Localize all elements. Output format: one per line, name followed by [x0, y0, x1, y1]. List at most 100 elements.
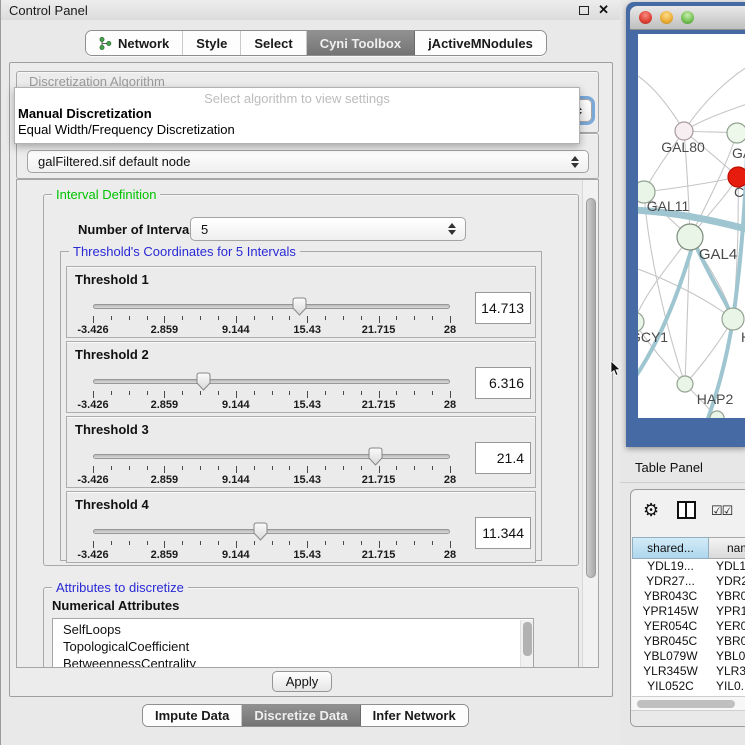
attributes-list-scrollbar[interactable] — [520, 620, 534, 668]
slider-tick-label: 2.859 — [142, 474, 186, 486]
cell-shared-name[interactable]: YBR045C — [632, 634, 709, 649]
cell-shared-name[interactable]: YLR345W — [632, 664, 709, 679]
network-node[interactable] — [722, 308, 744, 330]
table-row[interactable]: YLR345WYLR3... — [632, 664, 745, 679]
slider-tick — [218, 391, 219, 395]
slider-tick — [432, 541, 433, 545]
slider-tick — [200, 541, 201, 545]
threshold-1-slider[interactable] — [93, 304, 450, 309]
table-row[interactable]: YBR045CYBR0... — [632, 634, 745, 649]
threshold-4-slider[interactable] — [93, 529, 450, 534]
scrollbar-thumb[interactable] — [637, 700, 735, 708]
threshold-3-slider-thumb[interactable] — [368, 447, 383, 466]
threshold-2-slider[interactable] — [93, 379, 450, 384]
slider-tick-label: 15.43 — [285, 324, 329, 336]
algorithm-option-manual[interactable]: Manual Discretization — [18, 106, 152, 121]
tab-infer-network-label: Infer Network — [373, 708, 456, 723]
top-tab-bar: Network Style Select Cyni Toolbox jActiv… — [85, 30, 547, 56]
slider-tick — [414, 541, 415, 545]
zoom-traffic-light-icon[interactable] — [681, 11, 694, 24]
threshold-2-slider-thumb[interactable] — [196, 372, 211, 391]
cell-name[interactable]: YIL0... — [709, 679, 745, 694]
table-row[interactable]: YPR145WYPR1... — [632, 604, 745, 619]
threshold-3-value-field[interactable]: 21.4 — [475, 442, 531, 474]
column-header-shared[interactable]: shared... — [632, 537, 709, 559]
table-row[interactable]: YER054CYER0... — [632, 619, 745, 634]
slider-tick — [254, 466, 255, 470]
slider-tick — [289, 541, 290, 545]
apply-button[interactable]: Apply — [272, 671, 332, 692]
cell-name[interactable]: YPR1... — [709, 604, 745, 619]
threshold-4-slider-thumb[interactable] — [253, 522, 268, 541]
table-row[interactable]: YBR043CYBR0... — [632, 589, 745, 604]
scrollbar-thumb[interactable] — [586, 198, 596, 578]
column-layout-icon[interactable] — [677, 501, 696, 519]
cell-shared-name[interactable]: YDL19... — [632, 559, 709, 574]
threshold-2-value-field[interactable]: 6.316 — [475, 367, 531, 399]
network-node-label: GA — [732, 145, 745, 161]
threshold-3-panel: Threshold 3 21.4 -3.4262.8599.14415.4321… — [66, 416, 536, 488]
checkbox-columns-icon[interactable]: ☑☑ — [711, 503, 732, 519]
cell-shared-name[interactable]: YBR043C — [632, 589, 709, 604]
cell-name[interactable]: YBL0... — [709, 649, 745, 664]
close-traffic-light-icon[interactable] — [639, 11, 652, 24]
number-of-intervals-combobox[interactable]: 5 — [190, 217, 466, 241]
cell-name[interactable]: YBR0... — [709, 634, 745, 649]
numerical-attributes-list[interactable]: SelfLoopsTopologicalCoefficientBetweenne… — [52, 618, 534, 668]
minimize-traffic-light-icon[interactable] — [660, 11, 673, 24]
network-canvas[interactable]: GAL80GACGAL11GAL4GCY1HHAP2 — [638, 34, 745, 418]
slider-tick — [343, 316, 344, 320]
tab-jactivemnodules[interactable]: jActiveMNodules — [415, 31, 546, 55]
table-data-combobox[interactable]: galFiltered.sif default node — [27, 150, 589, 173]
tab-style[interactable]: Style — [183, 31, 241, 55]
slider-tick — [236, 466, 237, 473]
list-item[interactable]: SelfLoops — [53, 621, 533, 638]
cell-shared-name[interactable]: YPR145W — [632, 604, 709, 619]
tab-cyni-toolbox[interactable]: Cyni Toolbox — [307, 31, 415, 55]
network-node[interactable] — [675, 122, 693, 140]
table-row[interactable]: YBL079WYBL0... — [632, 649, 745, 664]
cell-name[interactable]: YER0... — [709, 619, 745, 634]
network-window-titlebar[interactable] — [630, 6, 745, 30]
close-icon[interactable]: ✕ — [598, 2, 609, 18]
tab-network[interactable]: Network — [86, 31, 183, 55]
number-of-intervals-value: 5 — [191, 222, 208, 237]
slider-tick — [289, 391, 290, 395]
table-row[interactable]: YIL052CYIL0... — [632, 679, 745, 694]
network-node-label: H — [741, 329, 745, 345]
cell-name[interactable]: YBR0... — [709, 589, 745, 604]
slider-tick-label: 28 — [428, 324, 472, 336]
cell-shared-name[interactable]: YBL079W — [632, 649, 709, 664]
cell-shared-name[interactable]: YIL052C — [632, 679, 709, 694]
network-node[interactable] — [677, 376, 693, 392]
threshold-1-slider-thumb[interactable] — [292, 297, 307, 316]
table-row[interactable]: YDL19...YDL1... — [632, 559, 745, 574]
threshold-4-value-field[interactable]: 11.344 — [475, 517, 531, 549]
list-item[interactable]: BetweennessCentrality — [53, 655, 533, 668]
tab-select[interactable]: Select — [241, 31, 306, 55]
cell-shared-name[interactable]: YDR27... — [632, 574, 709, 589]
cell-name[interactable]: YDL1... — [709, 559, 745, 574]
table-horizontal-scrollbar[interactable] — [632, 696, 745, 710]
network-node-label: C — [734, 184, 744, 200]
gear-icon[interactable]: ⚙ — [643, 501, 659, 519]
tab-discretize-data[interactable]: Discretize Data — [242, 705, 360, 726]
threshold-1-value-field[interactable]: 14.713 — [475, 292, 531, 324]
slider-tick-label: 9.144 — [214, 399, 258, 411]
network-view-window[interactable]: GAL80GACGAL11GAL4GCY1HHAP2 — [626, 2, 745, 447]
list-item[interactable]: TopologicalCoefficient — [53, 638, 533, 655]
float-window-icon[interactable] — [579, 6, 589, 15]
scrollbar-thumb[interactable] — [523, 622, 532, 656]
algorithm-option-equal-width[interactable]: Equal Width/Frequency Discretization — [18, 122, 235, 137]
table-panel-window: ⚙ ☑☑ shared... name YDL19...YDL1...YDR27… — [630, 489, 745, 727]
cell-name[interactable]: YDR2... — [709, 574, 745, 589]
network-node[interactable] — [727, 123, 745, 143]
settings-scrollbar[interactable] — [582, 180, 598, 667]
tab-infer-network[interactable]: Infer Network — [361, 705, 468, 726]
column-header-name[interactable]: name — [709, 537, 745, 559]
cell-shared-name[interactable]: YER054C — [632, 619, 709, 634]
table-row[interactable]: YDR27...YDR2... — [632, 574, 745, 589]
tab-impute-data[interactable]: Impute Data — [143, 705, 242, 726]
threshold-3-slider[interactable] — [93, 454, 450, 459]
cell-name[interactable]: YLR3... — [709, 664, 745, 679]
